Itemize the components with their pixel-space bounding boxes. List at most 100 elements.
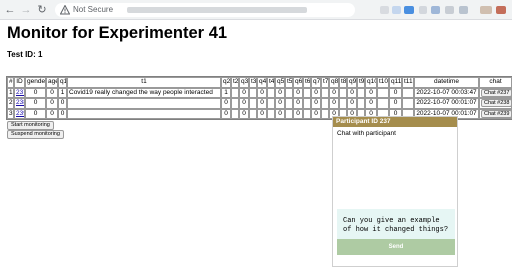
cell-age: 0: [46, 87, 58, 98]
cell-q7: 0: [311, 108, 321, 119]
cell-num: 1: [7, 87, 14, 98]
reload-icon[interactable]: ↻: [35, 3, 49, 17]
cell-q8: 0: [329, 98, 339, 109]
cell-t11: [402, 98, 414, 109]
browser-toolbar: ← → ↻ Not Secure: [0, 0, 512, 20]
column-header-q10: q10: [365, 77, 377, 88]
column-header-q2: q2: [221, 77, 231, 88]
forward-arrow-icon[interactable]: →: [19, 3, 33, 17]
browser-extension-icon[interactable]: [380, 6, 389, 14]
column-header-gender: gender: [25, 77, 46, 88]
column-header-q4: q4: [257, 77, 267, 88]
cell-t7: [321, 87, 329, 98]
cell-chat: Chat #238: [479, 98, 512, 109]
cell-q4: 0: [257, 108, 267, 119]
cell-q2: 0: [221, 98, 231, 109]
cell-q7: 0: [311, 98, 321, 109]
cell-gender: 0: [25, 87, 46, 98]
cell-q1: 1: [58, 87, 67, 98]
cell-t8: [339, 87, 347, 98]
browser-extension-icon[interactable]: [496, 6, 506, 14]
open-chat-button[interactable]: Chat #237: [481, 88, 511, 97]
column-header-t9: t9: [357, 77, 365, 88]
cell-q6: 0: [293, 108, 303, 119]
column-header-t1: t1: [67, 77, 221, 88]
browser-extension-icon[interactable]: [404, 6, 414, 14]
column-header-chat: chat: [479, 77, 512, 88]
open-chat-button[interactable]: Chat #239: [481, 109, 511, 118]
participant-id-link[interactable]: 238: [16, 99, 24, 106]
column-header-t6: t6: [303, 77, 311, 88]
column-header-q1: q1: [58, 77, 67, 88]
cell-q6: 0: [293, 87, 303, 98]
cell-t3: [249, 87, 257, 98]
cell-gender: 0: [25, 108, 46, 119]
cell-t6: [303, 87, 311, 98]
cell-t1: [67, 108, 221, 119]
cell-q11: 0: [389, 87, 402, 98]
column-header-q3: q3: [239, 77, 249, 88]
browser-extension-icon[interactable]: [459, 6, 468, 14]
cell-t6: [303, 108, 311, 119]
column-header-t10: t10: [377, 77, 389, 88]
cell-q9: 0: [347, 87, 357, 98]
participants-table: # ID gender age q1 t1 q2 t2 q3 t3 q4 t4 q5 t5 q6 t6 q7 t7…: [6, 76, 512, 120]
cell-t6: [303, 98, 311, 109]
browser-extension-icon[interactable]: [392, 6, 401, 14]
cell-t10: [377, 98, 389, 109]
browser-extension-icon[interactable]: [445, 6, 454, 14]
page-title: Monitor for Experimenter 41: [7, 24, 228, 42]
cell-id: 238: [14, 98, 25, 109]
cell-t8: [339, 98, 347, 109]
column-header-t11: t11: [402, 77, 414, 88]
cell-t5: [285, 87, 293, 98]
cell-q6: 0: [293, 98, 303, 109]
table-header-row: # ID gender age q1 t1 q2 t2 q3 t3 q4 t4 q5 t5 q6 t6 q7 t7…: [7, 77, 512, 88]
participant-id-link[interactable]: 237: [16, 89, 24, 96]
cell-t3: [249, 108, 257, 119]
browser-extension-icon[interactable]: [431, 6, 440, 14]
cell-q1: 0: [58, 98, 67, 109]
cell-q5: 0: [275, 87, 285, 98]
cell-t4: [267, 98, 275, 109]
cell-t4: [267, 87, 275, 98]
cell-q5: 0: [275, 108, 285, 119]
browser-extension-icon[interactable]: [480, 6, 492, 14]
cell-id: 237: [14, 87, 25, 98]
participant-id-link[interactable]: 239: [16, 110, 24, 117]
cell-q11: 0: [389, 98, 402, 109]
chat-panel: Participant ID 237 Chat with participant…: [332, 116, 458, 267]
cell-q5: 0: [275, 98, 285, 109]
cell-t7: [321, 98, 329, 109]
url-text-redacted: [127, 7, 307, 13]
column-header-t3: t3: [249, 77, 257, 88]
cell-q1: 0: [58, 108, 67, 119]
chat-panel-header: Participant ID 237: [333, 117, 457, 127]
cell-q4: 0: [257, 87, 267, 98]
cell-t5: [285, 98, 293, 109]
cell-t1: [67, 98, 221, 109]
cell-datetime: 2022-10-07 00:03:47: [414, 87, 479, 98]
cell-t2: [231, 98, 239, 109]
send-button[interactable]: Send: [337, 239, 455, 255]
column-header-ID: ID: [14, 77, 25, 88]
address-bar[interactable]: Not Secure: [55, 3, 355, 17]
cell-chat: Chat #237: [479, 87, 512, 98]
column-header-q7: q7: [311, 77, 321, 88]
cell-t1: Covid19 really changed the way people in…: [67, 87, 221, 98]
column-header-q6: q6: [293, 77, 303, 88]
column-header-t5: t5: [285, 77, 293, 88]
start-monitoring-button[interactable]: Start monitoring: [7, 121, 54, 130]
column-header-q5: q5: [275, 77, 285, 88]
open-chat-button[interactable]: Chat #238: [481, 99, 511, 108]
browser-extension-icon[interactable]: [419, 6, 427, 14]
cell-t9: [357, 98, 365, 109]
cell-chat: Chat #239: [479, 108, 512, 119]
cell-t2: [231, 87, 239, 98]
suspend-monitoring-button[interactable]: Suspend monitoring: [7, 130, 64, 139]
cell-q7: 0: [311, 87, 321, 98]
cell-t3: [249, 98, 257, 109]
cell-gender: 0: [25, 98, 46, 109]
cell-q2: 0: [221, 108, 231, 119]
back-arrow-icon[interactable]: ←: [3, 3, 17, 17]
